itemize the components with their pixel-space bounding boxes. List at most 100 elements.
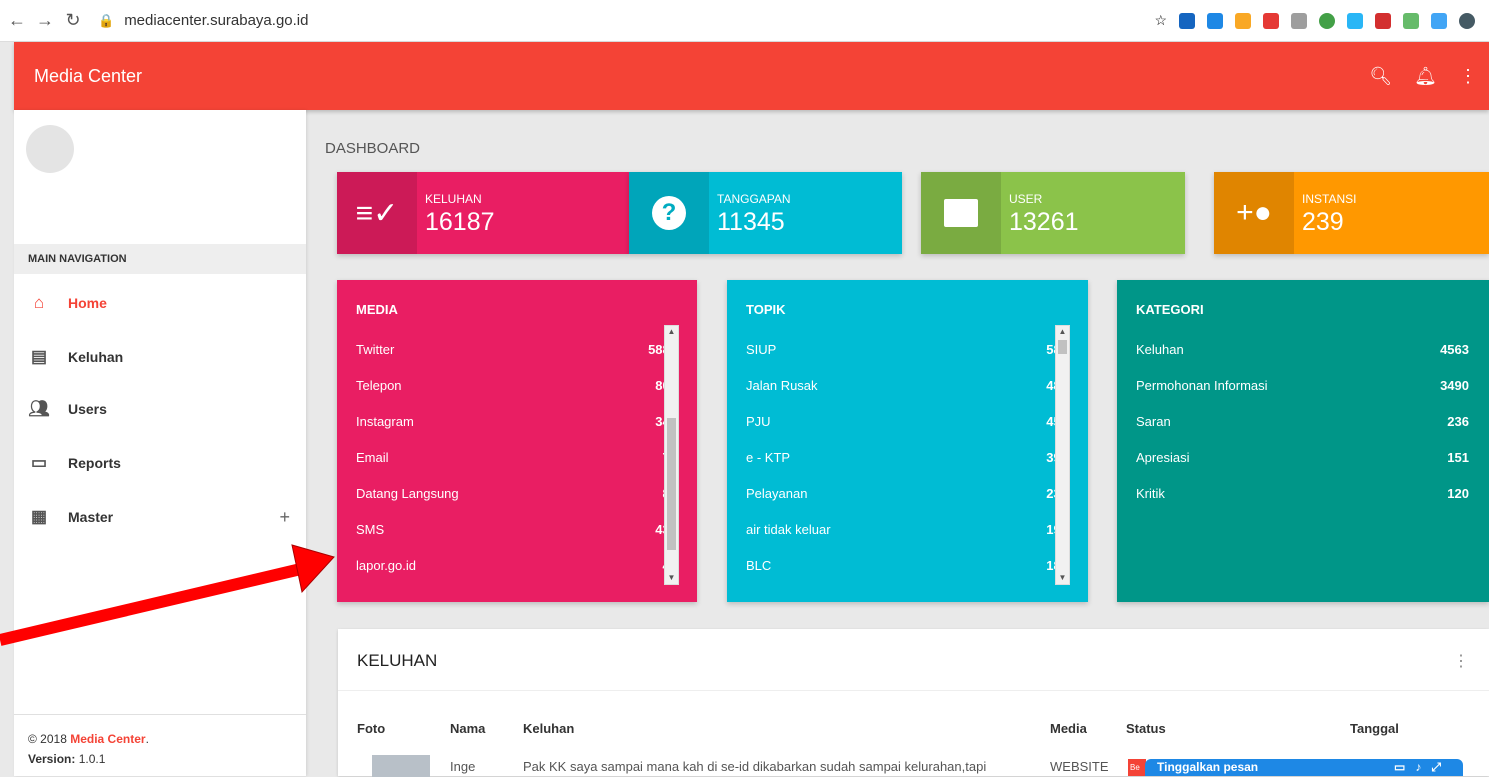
chat-label: Tinggalkan pesan [1157, 760, 1259, 774]
extension-icon[interactable] [1263, 12, 1279, 29]
info-box-value: 16187 [425, 208, 495, 236]
list-item-label: BLC [746, 558, 772, 573]
panel-topik: TOPIK SIUP587 Jalan Rusak481 PJU455 e - … [727, 280, 1088, 602]
copyright-dot: . [145, 732, 149, 746]
info-box-tanggapan[interactable]: ? TANGGAPAN 11345 [629, 172, 902, 254]
list-item: Keluhan 4563 [1117, 332, 1489, 368]
column-header[interactable]: Foto [357, 721, 385, 736]
drive-extension-icon[interactable] [1291, 12, 1307, 29]
column-header[interactable]: Media [1050, 721, 1087, 736]
extension-icons: ☆ [1154, 12, 1475, 29]
list-item: Email74 [337, 440, 697, 476]
list-item: SMS434 [337, 512, 697, 548]
list-item-label: SIUP [746, 342, 777, 357]
bell-icon[interactable]: 🔔︎ [1414, 66, 1437, 87]
scrollbar[interactable]: ▲ ▼ [1055, 325, 1070, 585]
sidebar-item-label: Master [68, 509, 114, 525]
profile-avatar-icon[interactable] [1459, 12, 1475, 29]
sidebar-item-keluhan[interactable]: ▤ Keluhan [14, 332, 306, 382]
list-item: Saran 236 [1117, 404, 1489, 440]
scrollbar[interactable]: ▲ ▼ [664, 325, 679, 585]
extension-icon[interactable] [1347, 12, 1363, 29]
scroll-down-icon[interactable]: ▼ [1056, 572, 1069, 584]
info-box-value: 239 [1302, 208, 1344, 236]
back-icon[interactable]: ← [6, 10, 28, 31]
column-header[interactable]: Keluhan [523, 721, 574, 736]
expand-icon[interactable]: ⤢ [1431, 760, 1451, 774]
sidebar-item-home[interactable]: ⌂ Home [14, 278, 306, 328]
info-box-instansi[interactable]: +● INSTANSI 239 [1214, 172, 1489, 254]
person-add-icon: +● [1214, 172, 1294, 254]
chat-widget[interactable]: Tinggalkan pesan ▭♪⤢ [1145, 759, 1463, 776]
address-bar[interactable]: 🔒 mediacenter.surabaya.go.id [98, 6, 1154, 36]
panel-media: MEDIA Twitter5882 Telepon809 Instagram34… [337, 280, 697, 602]
expand-icon[interactable]: + [279, 507, 290, 528]
info-box-label: USER [1009, 192, 1043, 206]
extension-icon[interactable] [1403, 12, 1419, 29]
scrollbar-thumb[interactable] [667, 418, 676, 550]
list-item-value: 236 [1447, 414, 1469, 429]
list-item: PJU455 [727, 404, 1088, 440]
info-box-keluhan[interactable]: ≡✓ KELUHAN 16187 [337, 172, 629, 254]
star-icon[interactable]: ☆ [1154, 12, 1167, 29]
list-item-label: Apresiasi [1136, 450, 1190, 465]
version-label: Version: [28, 752, 76, 766]
list-item: Kritik 120 [1117, 476, 1489, 512]
list-item: air tidak keluar197 [727, 512, 1088, 548]
list-item-value: 4563 [1440, 342, 1469, 357]
column-header[interactable]: Tanggal [1350, 721, 1399, 736]
sidebar-item-label: Keluhan [68, 349, 124, 365]
more-vert-icon[interactable]: ⋮ [1459, 66, 1477, 87]
copyright-text: © 2018 [28, 732, 71, 746]
list-item: Telepon809 [337, 368, 697, 404]
sidebar-item-users[interactable]: 👥︎ Users [14, 384, 306, 434]
hp-extension-icon[interactable] [1179, 12, 1195, 29]
more-vert-icon[interactable]: ⋮ [1453, 651, 1469, 671]
scroll-up-icon[interactable]: ▲ [1056, 326, 1069, 338]
forward-icon[interactable]: → [34, 10, 56, 31]
list-item: Permohonan Informasi 3490 [1117, 368, 1489, 404]
clipboard-icon: ▤ [30, 347, 48, 366]
list-item-label: Kritik [1136, 486, 1165, 501]
panel-title: KATEGORI [1136, 302, 1204, 317]
chat-icon [921, 172, 1001, 254]
avatar [26, 125, 74, 173]
list-item-label: Pelayanan [746, 486, 808, 501]
version-value: 1.0.1 [78, 752, 106, 766]
footer-brand-link[interactable]: Media Center [70, 732, 145, 746]
extension-icon[interactable] [1235, 12, 1251, 29]
list-item-label: Email [356, 450, 389, 465]
list-item: Instagram342 [337, 404, 697, 440]
sidebar-item-label: Users [68, 401, 107, 417]
grammarly-extension-icon[interactable] [1319, 12, 1335, 29]
reload-icon[interactable]: ↻ [62, 10, 84, 31]
complaint-photo[interactable] [372, 755, 430, 777]
list-item: Apresiasi 151 [1117, 440, 1489, 476]
minimize-icon[interactable]: ▭ [1394, 760, 1415, 774]
sidebar-item-master[interactable]: ▦ Master + [14, 492, 306, 542]
list-item-label: Twitter [356, 342, 395, 357]
sidebar-item-reports[interactable]: ▭ Reports [14, 438, 306, 488]
status-badge: Be [1128, 759, 1146, 776]
extension-icon[interactable] [1207, 12, 1223, 29]
scrollbar-thumb[interactable] [1058, 340, 1067, 354]
scroll-up-icon[interactable]: ▲ [665, 326, 678, 338]
scroll-down-icon[interactable]: ▼ [665, 572, 678, 584]
main-content: DASHBOARD ≡✓ KELUHAN 16187 ? TANGGAPAN 1… [306, 110, 1489, 777]
bell-icon[interactable]: ♪ [1415, 760, 1431, 774]
extension-icon[interactable] [1431, 12, 1447, 29]
search-icon[interactable]: 🔍︎ [1369, 66, 1392, 87]
list-item-value: 151 [1447, 450, 1469, 465]
app-brand[interactable]: Media Center [34, 66, 142, 87]
panel-title: MEDIA [356, 302, 398, 317]
column-header[interactable]: Status [1126, 721, 1166, 736]
list-item-label: PJU [746, 414, 771, 429]
list-item-label: Keluhan [1136, 342, 1184, 357]
info-box-user[interactable]: USER 13261 [921, 172, 1185, 254]
column-header[interactable]: Nama [450, 721, 485, 736]
sidebar: MAIN NAVIGATION ⌂ Home ▤ Keluhan 👥︎ User… [14, 110, 306, 776]
card-title: KELUHAN [357, 651, 438, 670]
list-item-value: 120 [1447, 486, 1469, 501]
extension-icon[interactable] [1375, 12, 1391, 29]
panel-title: TOPIK [746, 302, 786, 317]
